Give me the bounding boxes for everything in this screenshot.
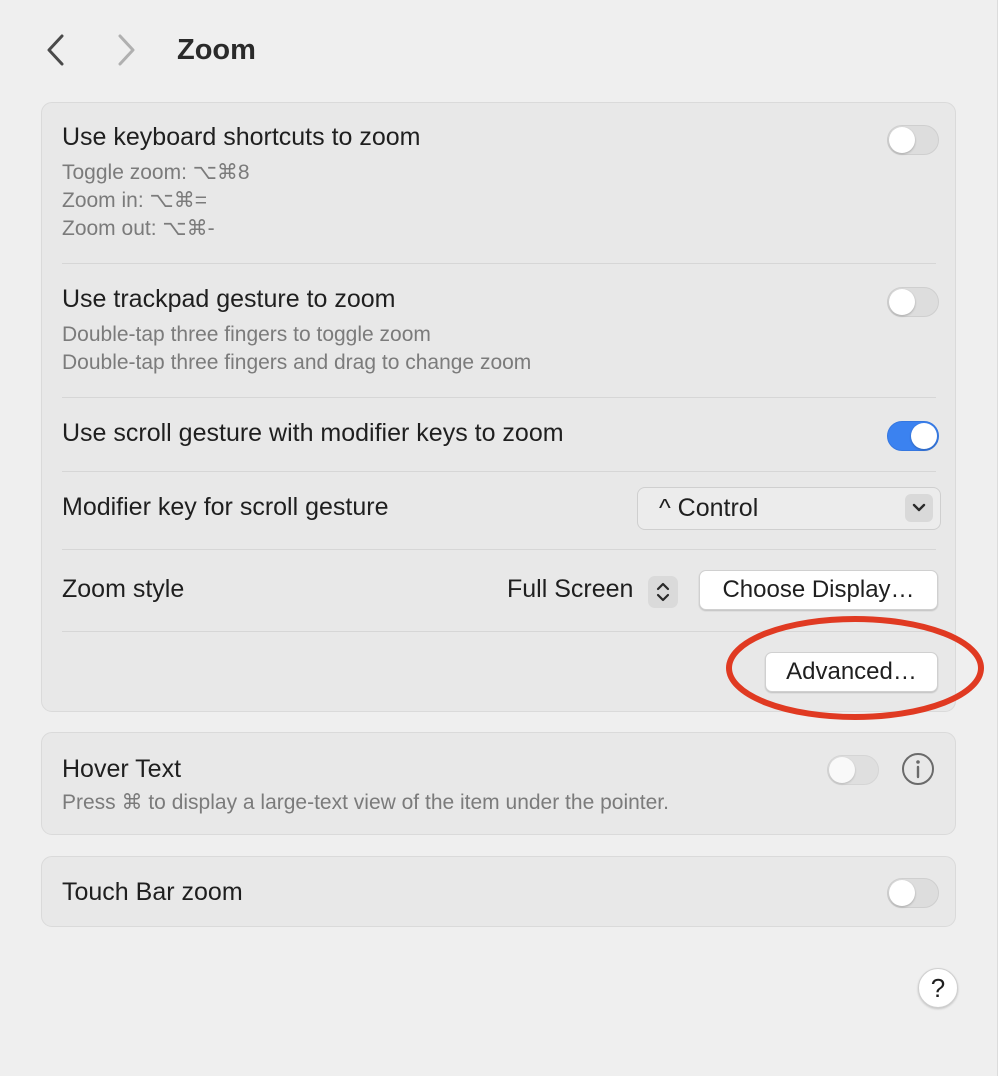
chevron-right-icon bbox=[118, 34, 135, 66]
back-button[interactable] bbox=[38, 30, 74, 70]
touch-bar-panel: Touch Bar zoom bbox=[41, 856, 956, 927]
keyboard-shortcuts-label: Use keyboard shortcuts to zoom bbox=[62, 123, 421, 151]
trackpad-gesture-label: Use trackpad gesture to zoom bbox=[62, 285, 396, 313]
trackpad-line-toggle: Double-tap three fingers to toggle zoom bbox=[62, 323, 431, 346]
divider bbox=[62, 471, 936, 472]
touch-bar-zoom-toggle[interactable] bbox=[887, 878, 939, 908]
modifier-key-popup[interactable]: ^ Control bbox=[637, 487, 941, 530]
info-icon[interactable] bbox=[901, 752, 935, 786]
chevron-down-icon bbox=[905, 494, 933, 522]
toggle-knob bbox=[829, 757, 855, 783]
toggle-knob bbox=[889, 880, 915, 906]
up-down-chevron-icon bbox=[656, 582, 670, 602]
trackpad-line-drag: Double-tap three fingers and drag to cha… bbox=[62, 351, 532, 374]
toggle-knob bbox=[889, 289, 915, 315]
toolbar: Zoom bbox=[0, 0, 998, 100]
modifier-key-value: ^ Control bbox=[659, 494, 759, 522]
page-title: Zoom bbox=[177, 34, 256, 66]
divider bbox=[62, 397, 936, 398]
modifier-key-label: Modifier key for scroll gesture bbox=[62, 493, 389, 521]
zoom-settings-panel: Use keyboard shortcuts to zoom Toggle zo… bbox=[41, 102, 956, 712]
divider bbox=[62, 263, 936, 264]
hover-text-toggle[interactable] bbox=[827, 755, 879, 785]
advanced-button[interactable]: Advanced… bbox=[765, 652, 938, 692]
help-button[interactable]: ? bbox=[918, 968, 958, 1008]
shortcut-zoom-out: Zoom out: ⌥⌘- bbox=[62, 217, 215, 240]
touch-bar-zoom-label: Touch Bar zoom bbox=[62, 878, 243, 906]
divider bbox=[62, 631, 936, 632]
trackpad-gesture-toggle[interactable] bbox=[887, 287, 939, 317]
hover-text-description: Press ⌘ to display a large-text view of … bbox=[62, 791, 669, 814]
shortcut-zoom-in: Zoom in: ⌥⌘= bbox=[62, 189, 207, 212]
hover-text-label: Hover Text bbox=[62, 755, 182, 783]
divider bbox=[62, 549, 936, 550]
choose-display-button[interactable]: Choose Display… bbox=[699, 570, 938, 610]
zoom-style-label: Zoom style bbox=[62, 575, 185, 603]
forward-button[interactable] bbox=[108, 30, 144, 70]
zoom-style-value[interactable]: Full Screen bbox=[507, 575, 633, 604]
scroll-gesture-label: Use scroll gesture with modifier keys to… bbox=[62, 419, 564, 447]
zoom-style-stepper[interactable] bbox=[648, 576, 678, 608]
hover-text-panel: Hover Text Press ⌘ to display a large-te… bbox=[41, 732, 956, 835]
scroll-gesture-toggle[interactable] bbox=[887, 421, 939, 451]
toggle-knob bbox=[889, 127, 915, 153]
toggle-knob bbox=[911, 423, 937, 449]
keyboard-shortcuts-toggle[interactable] bbox=[887, 125, 939, 155]
shortcut-toggle-zoom: Toggle zoom: ⌥⌘8 bbox=[62, 161, 250, 184]
chevron-left-icon bbox=[47, 34, 64, 66]
